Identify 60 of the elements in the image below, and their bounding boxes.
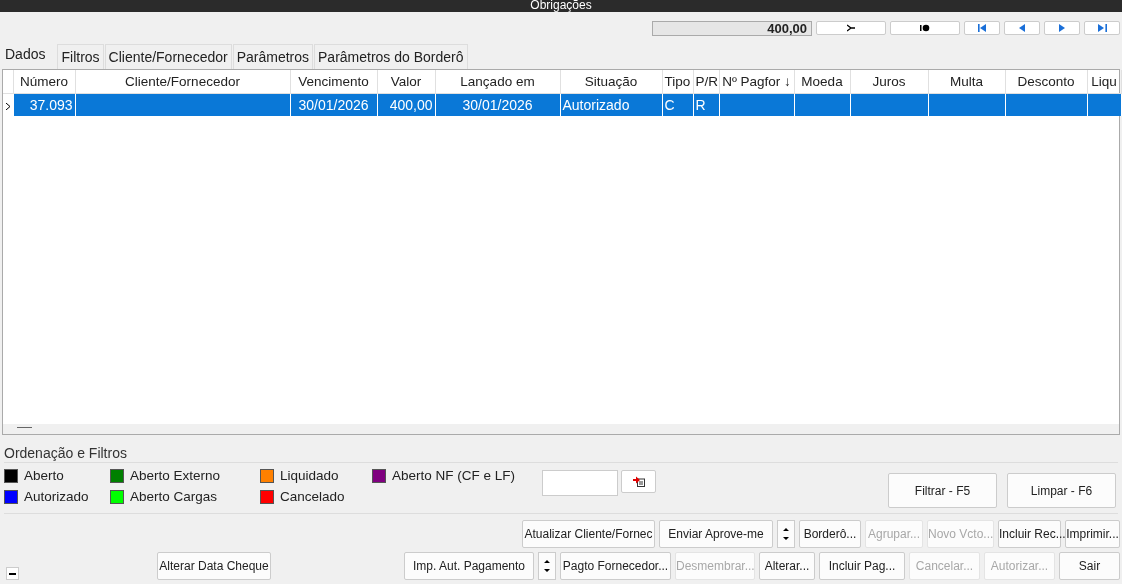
legend-label: Cancelado — [280, 489, 345, 504]
legend-label: Aberto Externo — [130, 468, 221, 483]
document-arrow-icon — [632, 476, 645, 487]
legend-label: Aberto Cargas — [130, 489, 218, 504]
next-icon — [1059, 24, 1065, 32]
legend-label: Aberto NF (CF e LF) — [392, 468, 516, 483]
column-header[interactable]: Valor — [377, 70, 435, 94]
previous-button[interactable] — [1004, 21, 1040, 35]
collapse-button[interactable] — [6, 567, 19, 580]
action-button[interactable]: Imp. Aut. Pagamento — [404, 552, 534, 580]
action-button[interactable]: Pagto Fornecedor... — [560, 552, 671, 580]
next-button[interactable] — [1044, 21, 1080, 35]
legend-label: Aberto — [24, 468, 64, 483]
row-pointer-icon — [5, 103, 10, 110]
total-field: 400,00 — [652, 20, 812, 36]
column-header[interactable]: P/R — [693, 70, 719, 94]
action-button[interactable]: Sair — [1059, 552, 1120, 580]
legend-label: Autorizado — [24, 489, 89, 504]
column-header[interactable]: Vencimento — [290, 70, 377, 94]
first-icon — [977, 24, 987, 32]
window-title: Obrigações — [530, 0, 592, 12]
previous-icon — [1019, 24, 1025, 32]
column-header[interactable]: Situação — [560, 70, 662, 94]
column-header[interactable]: Desconto — [1005, 70, 1087, 94]
tab[interactable]: Parâmetros — [232, 44, 313, 69]
action-button[interactable]: Borderô... — [799, 520, 861, 548]
record-button[interactable] — [890, 21, 960, 35]
column-header[interactable]: Juros — [850, 70, 928, 94]
spinner[interactable] — [777, 520, 795, 548]
last-button[interactable] — [1084, 21, 1120, 35]
minus-icon — [9, 572, 16, 575]
group-title: Ordenação e Filtros — [4, 445, 1118, 463]
column-header[interactable]: Nº Pagfor ↓ — [719, 70, 794, 94]
action-button[interactable]: Alterar... — [759, 552, 815, 580]
action-button[interactable]: Enviar Aprove-me — [659, 520, 773, 548]
tab[interactable]: Parâmetros do Borderô — [314, 44, 468, 69]
tab[interactable]: Filtros — [57, 44, 104, 69]
action-button[interactable]: Alterar Data Cheque — [157, 552, 271, 580]
column-header[interactable]: Cliente/Fornecedor — [75, 70, 290, 94]
last-icon — [1097, 24, 1107, 32]
column-header[interactable]: Moeda — [794, 70, 850, 94]
filter-button[interactable]: Limpar - F6 — [1007, 473, 1116, 508]
import-button[interactable] — [621, 470, 656, 493]
first-button[interactable] — [964, 21, 1000, 35]
column-header[interactable]: Liqu — [1087, 70, 1121, 94]
action-button[interactable]: Imprimir... — [1065, 520, 1120, 548]
action-button[interactable]: Atualizar Cliente/Fornec — [522, 520, 655, 548]
column-header[interactable]: Tipo — [662, 70, 693, 94]
filter-button[interactable]: Filtrar - F5 — [888, 473, 997, 508]
dot-icon — [920, 24, 930, 32]
arrow-icon — [847, 24, 855, 32]
tab[interactable]: Cliente/Fornecedor — [104, 44, 232, 69]
spinner[interactable] — [538, 552, 556, 580]
column-header[interactable]: Multa — [928, 70, 1005, 94]
legend-label: Liquidado — [280, 468, 339, 483]
column-header[interactable]: Número — [13, 70, 75, 94]
column-header[interactable]: Lançado em — [435, 70, 560, 94]
table-row[interactable]: 37.093 30/01/2026 400,00 30/01/2026 Autorizado C R — [3, 93, 1121, 116]
action-button[interactable]: Incluir Pag... — [819, 552, 905, 580]
input-field[interactable] — [542, 470, 618, 496]
